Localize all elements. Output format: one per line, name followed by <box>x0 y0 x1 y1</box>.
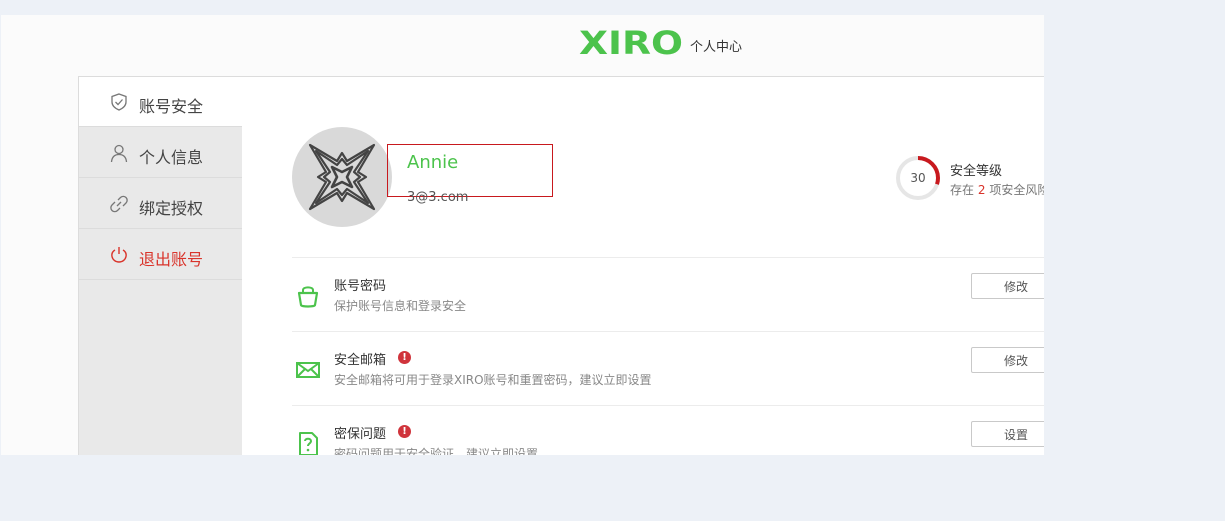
page-frame: XIRO 个人中心 账号安全 个人信息 绑定授权 退出账号 Annie 3@3.… <box>1 15 1044 455</box>
row-desc: 保护账号信息和登录安全 <box>334 299 467 313</box>
xiro-drone-logo-icon <box>308 143 376 211</box>
link-icon <box>110 195 128 213</box>
content-panel: 账号安全 个人信息 绑定授权 退出账号 Annie 3@3.com 30 安全等… <box>78 76 1044 455</box>
header: XIRO 个人中心 <box>1 15 1044 76</box>
modify-email-button[interactable]: 修改 <box>971 347 1044 373</box>
user-icon <box>110 144 128 163</box>
risk-count: 2 <box>977 183 986 197</box>
sidebar-item-label: 退出账号 <box>139 250 204 269</box>
xiro-logo[interactable]: XIRO <box>579 27 683 57</box>
security-level-title: 安全等级 <box>950 164 1003 179</box>
row-title: 安全邮箱 <box>334 353 387 368</box>
setting-row-password: 账号密码 保护账号信息和登录安全 修改 <box>292 257 1044 332</box>
security-risk-desc: 存在 2 项安全风险 <box>950 183 1044 197</box>
sidebar-item-logout[interactable]: 退出账号 <box>79 230 242 280</box>
shield-icon <box>111 93 127 111</box>
sidebar-item-label: 绑定授权 <box>139 199 204 218</box>
header-title: 个人中心 <box>690 40 743 55</box>
modify-password-button[interactable]: 修改 <box>971 273 1044 299</box>
row-title: 账号密码 <box>334 279 387 294</box>
security-score: 30 <box>910 171 926 185</box>
sidebar: 账号安全 个人信息 绑定授权 退出账号 <box>79 77 242 455</box>
sidebar-item-label: 个人信息 <box>139 148 204 167</box>
setting-row-email: 安全邮箱 ! 安全邮箱将可用于登录XIRO账号和重置密码，建议立即设置 修改 <box>292 331 1044 406</box>
set-security-question-button[interactable]: 设置 <box>971 421 1044 447</box>
sidebar-item-label: 账号安全 <box>139 97 204 116</box>
warning-icon: ! <box>398 425 411 438</box>
sidebar-item-bind-auth[interactable]: 绑定授权 <box>79 179 242 229</box>
setting-row-security-question: 密保问题 ! 密码问题用于安全验证，建议立即设置 设置 <box>292 405 1044 455</box>
username: Annie <box>407 152 459 173</box>
row-desc: 安全邮箱将可用于登录XIRO账号和重置密码，建议立即设置 <box>334 373 652 387</box>
sidebar-item-personal-info[interactable]: 个人信息 <box>79 128 242 178</box>
question-doc-icon <box>299 432 318 455</box>
row-title: 密保问题 <box>334 427 387 442</box>
main-content: Annie 3@3.com 30 安全等级 存在 2 项安全风险 账号密码 保护… <box>242 77 1044 455</box>
lock-icon <box>297 286 319 308</box>
row-desc: 密码问题用于安全验证，建议立即设置 <box>334 447 539 455</box>
sidebar-item-account-security[interactable]: 账号安全 <box>79 77 242 127</box>
mail-icon <box>296 362 320 378</box>
user-email: 3@3.com <box>407 190 469 205</box>
svg-text:XIRO: XIRO <box>579 27 683 57</box>
avatar[interactable] <box>292 127 392 227</box>
power-icon <box>111 247 127 263</box>
warning-icon: ! <box>398 351 411 364</box>
